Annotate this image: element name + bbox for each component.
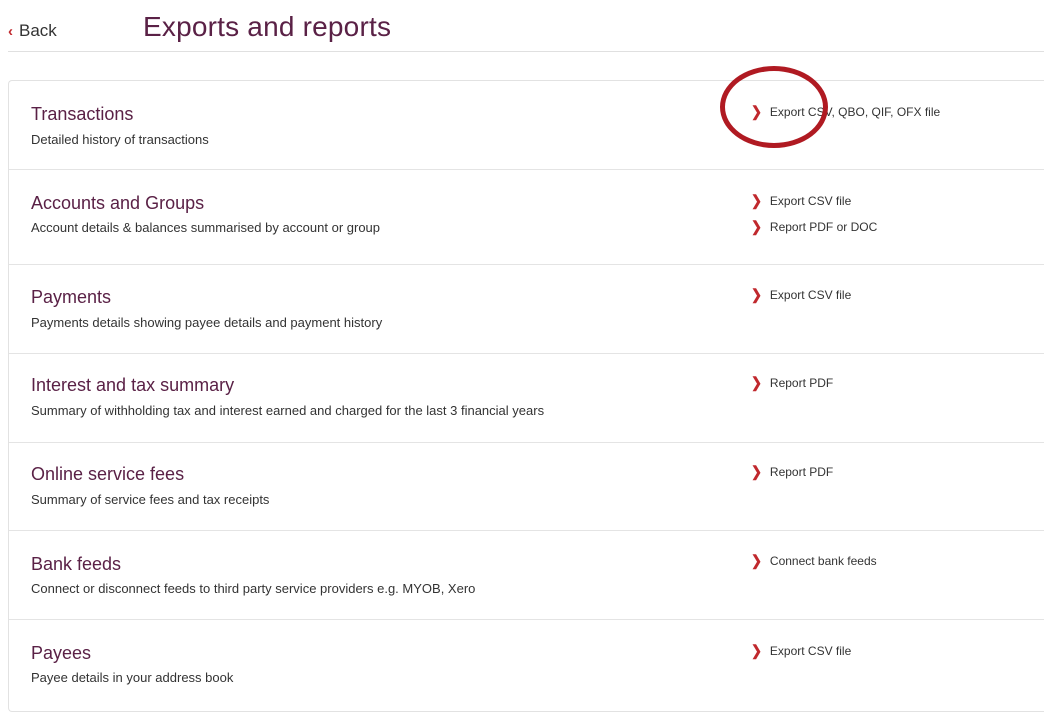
export-link-label: Export CSV file — [769, 288, 852, 302]
connect-bank-feeds-link[interactable]: ❯ Connect bank feeds — [751, 552, 877, 569]
report-row-transactions: Transactions Detailed history of transac… — [9, 81, 1044, 170]
export-link[interactable]: ❯ Export CSV, QBO, QIF, OFX file — [751, 103, 941, 120]
report-title[interactable]: Interest and tax summary — [31, 375, 234, 396]
report-description: Connect or disconnect feeds to third par… — [31, 581, 476, 596]
report-row-payees: Payees Payee details in your address boo… — [9, 619, 1044, 711]
report-link-label: Report PDF — [769, 465, 834, 479]
header-divider — [8, 51, 1044, 52]
report-title[interactable]: Online service fees — [31, 464, 184, 485]
report-description: Summary of withholding tax and interest … — [31, 403, 545, 418]
report-link[interactable]: ❯ Report PDF — [751, 374, 834, 391]
export-link-label: Export CSV, QBO, QIF, OFX file — [769, 105, 941, 119]
export-link-label: Export CSV file — [769, 644, 852, 658]
report-link[interactable]: ❯ Report PDF or DOC — [751, 218, 878, 235]
report-title[interactable]: Payments — [31, 287, 111, 308]
report-description: Payments details showing payee details a… — [31, 315, 383, 330]
report-title[interactable]: Payees — [31, 643, 91, 664]
connect-link-label: Connect bank feeds — [769, 554, 877, 568]
export-link[interactable]: ❯ Export CSV file — [751, 286, 852, 303]
page-title: Exports and reports — [143, 11, 392, 42]
page-header: ‹ Back Exports and reports — [0, 0, 1044, 52]
chevron-right-icon: ❯ — [751, 286, 762, 303]
chevron-right-icon: ❯ — [751, 642, 762, 659]
reports-list: Transactions Detailed history of transac… — [8, 80, 1044, 712]
report-title[interactable]: Accounts and Groups — [31, 193, 204, 214]
report-row-accounts-groups: Accounts and Groups Account details & ba… — [9, 169, 1044, 265]
report-link-label: Report PDF or DOC — [769, 220, 878, 234]
report-row-payments: Payments Payments details showing payee … — [9, 264, 1044, 354]
chevron-left-icon: ‹ — [8, 22, 13, 40]
export-link[interactable]: ❯ Export CSV file — [751, 192, 852, 209]
chevron-right-icon: ❯ — [751, 192, 762, 209]
chevron-right-icon: ❯ — [751, 218, 762, 235]
report-row-interest-tax: Interest and tax summary Summary of with… — [9, 353, 1044, 443]
back-button[interactable]: ‹ Back — [8, 21, 57, 41]
report-row-bank-feeds: Bank feeds Connect or disconnect feeds t… — [9, 530, 1044, 620]
report-row-service-fees: Online service fees Summary of service f… — [9, 442, 1044, 531]
report-link-label: Report PDF — [769, 376, 834, 390]
back-label: Back — [19, 21, 57, 40]
chevron-right-icon: ❯ — [751, 374, 762, 391]
export-link-label: Export CSV file — [769, 194, 852, 208]
report-description: Account details & balances summarised by… — [31, 220, 381, 235]
chevron-right-icon: ❯ — [751, 103, 762, 120]
report-description: Payee details in your address book — [31, 670, 234, 685]
chevron-right-icon: ❯ — [751, 552, 762, 569]
report-title[interactable]: Bank feeds — [31, 554, 121, 575]
chevron-right-icon: ❯ — [751, 463, 762, 480]
export-link[interactable]: ❯ Export CSV file — [751, 642, 852, 659]
report-link[interactable]: ❯ Report PDF — [751, 463, 834, 480]
report-description: Detailed history of transactions — [31, 132, 209, 147]
report-title[interactable]: Transactions — [31, 104, 133, 125]
report-description: Summary of service fees and tax receipts — [31, 492, 270, 507]
